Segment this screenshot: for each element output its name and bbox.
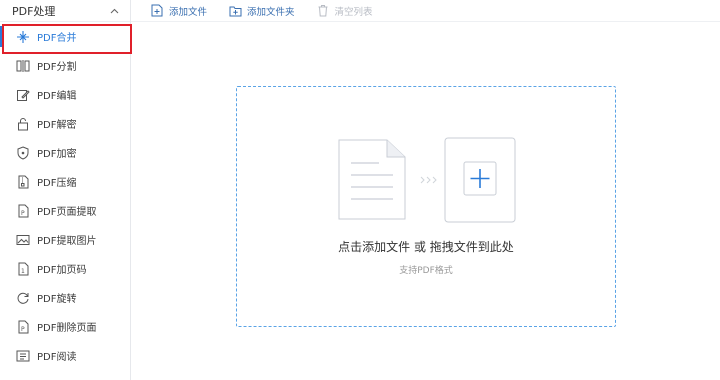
read-icon: [16, 349, 30, 363]
sidebar-item-label: PDF删除页面: [37, 323, 97, 334]
sidebar-item-label: PDF提取图片: [37, 236, 97, 247]
toolbar: 添加文件 添加文件夹 清空列表: [131, 0, 720, 22]
sidebar-item-label: PDF解密: [37, 120, 77, 131]
add-folder-label: 添加文件夹: [247, 6, 295, 18]
drop-zone-format-hint: 支持PDF格式: [399, 266, 453, 276]
sidebar: PDF处理 PDF合并 PDF分割 PDF编辑 PDF解密 PDF加密 PDF压…: [0, 0, 132, 380]
sidebar-section-header[interactable]: PDF处理: [0, 0, 130, 22]
sidebar-item-pdf-add-page-numbers[interactable]: 1 PDF加页码: [0, 254, 130, 283]
drop-illustration: [337, 137, 517, 223]
clear-list-button[interactable]: 清空列表: [317, 4, 373, 18]
arrow-right-icon: [420, 176, 437, 184]
image-icon: [16, 233, 30, 247]
sidebar-section-title: PDF处理: [12, 4, 56, 18]
sidebar-item-pdf-encrypt[interactable]: PDF加密: [0, 138, 130, 167]
add-file-label: 添加文件: [169, 6, 208, 18]
svg-text:1: 1: [21, 268, 25, 275]
sidebar-item-pdf-page-extract[interactable]: P PDF页面提取: [0, 196, 130, 225]
delete-page-icon: P: [16, 320, 30, 334]
sidebar-item-pdf-split[interactable]: PDF分割: [0, 51, 130, 80]
rotate-icon: [16, 291, 30, 305]
sidebar-item-label: PDF阅读: [37, 352, 77, 363]
sidebar-item-label: PDF合并: [37, 33, 77, 44]
sidebar-item-label: PDF分割: [37, 62, 77, 73]
sidebar-item-pdf-read[interactable]: PDF阅读: [0, 341, 130, 370]
svg-text:P: P: [21, 210, 25, 217]
sidebar-item-pdf-compress[interactable]: PDF压缩: [0, 167, 130, 196]
extract-page-icon: P: [16, 204, 30, 218]
edit-icon: [16, 88, 30, 102]
document-icon: [338, 139, 406, 220]
merge-icon: [16, 30, 30, 44]
sidebar-item-pdf-merge[interactable]: PDF合并: [0, 22, 130, 51]
sidebar-item-label: PDF旋转: [37, 294, 77, 305]
shield-icon: [16, 145, 30, 160]
add-folder-button[interactable]: 添加文件夹: [229, 4, 295, 18]
sidebar-item-label: PDF页面提取: [37, 207, 97, 218]
sidebar-item-pdf-edit[interactable]: PDF编辑: [0, 80, 130, 109]
svg-text:P: P: [21, 326, 25, 333]
sidebar-list: PDF合并 PDF分割 PDF编辑 PDF解密 PDF加密 PDF压缩 P PD…: [0, 22, 130, 370]
add-file-button[interactable]: 添加文件: [151, 4, 207, 18]
clear-list-label: 清空列表: [334, 6, 373, 18]
drop-zone-main-text: 点击添加文件 或 拖拽文件到此处: [338, 240, 514, 254]
file-drop-zone[interactable]: 点击添加文件 或 拖拽文件到此处 支持PDF格式: [236, 86, 616, 327]
sidebar-item-pdf-decrypt[interactable]: PDF解密: [0, 109, 130, 138]
unlock-icon: [16, 117, 30, 131]
add-file-icon: [151, 4, 164, 17]
page-number-icon: 1: [16, 262, 30, 276]
sidebar-item-label: PDF加页码: [37, 265, 87, 276]
add-folder-icon: [229, 4, 242, 17]
sidebar-item-pdf-delete-pages[interactable]: P PDF删除页面: [0, 312, 130, 341]
sidebar-item-pdf-extract-images[interactable]: PDF提取图片: [0, 225, 130, 254]
sidebar-item-label: PDF压缩: [37, 178, 77, 189]
split-icon: [16, 59, 30, 73]
add-icon: [444, 137, 516, 223]
trash-icon: [317, 4, 330, 17]
sidebar-item-label: PDF加密: [37, 149, 77, 160]
compress-icon: [16, 175, 30, 189]
chevron-up-icon[interactable]: [108, 5, 120, 17]
sidebar-item-label: PDF编辑: [37, 91, 77, 102]
sidebar-item-pdf-rotate[interactable]: PDF旋转: [0, 283, 130, 312]
